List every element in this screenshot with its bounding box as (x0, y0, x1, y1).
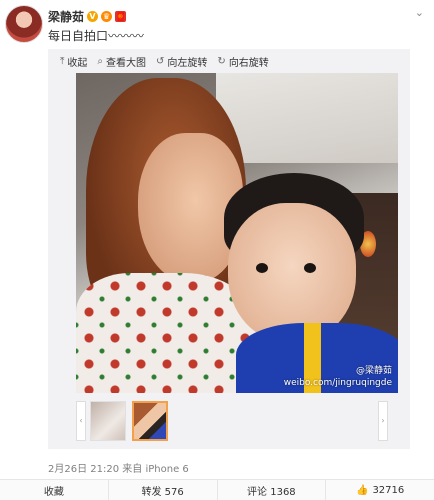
thumb-next-chevron-right-icon[interactable]: › (378, 401, 388, 441)
thumbnail-strip: ‹ › (76, 401, 398, 441)
rotate-left-label: 向左旋转 (167, 58, 208, 69)
verified-badge-icon: V (87, 11, 99, 22)
photo-ceiling (216, 73, 398, 163)
crown-badge-icon: ♛ (101, 11, 113, 22)
view-large-label: 查看大图 (106, 58, 147, 69)
comment-button[interactable]: 评论 1368 (218, 480, 327, 500)
post-menu-chevron-down-icon[interactable]: ⌄ (415, 6, 424, 19)
thumbnail-2-selected[interactable] (132, 401, 168, 441)
photo-baby-face (228, 203, 356, 343)
thumbs-up-icon: 👍 (355, 484, 369, 496)
media-toolbar: ⤒ 收起 ⌕ 查看大图 ↺ 向左旋转 ↻ 向右旋转 (60, 54, 269, 69)
arrow-up-icon: ⤒ (60, 56, 65, 67)
red-envelope-badge-icon: 🧧 (115, 11, 127, 22)
rotate-left-icon: ↺ (156, 56, 165, 67)
post-source[interactable]: iPhone 6 (145, 464, 188, 475)
thumbnail-1[interactable] (90, 401, 126, 441)
post-meta: 2月26日 21:20 来自 iPhone 6 (48, 460, 189, 475)
repost-button[interactable]: 转发 576 (109, 480, 218, 500)
collapse-button[interactable]: ⤒ 收起 (60, 54, 87, 69)
rotate-right-button[interactable]: ↻ 向右旋转 (217, 54, 268, 69)
post-text: 每日自拍口〰〰〰 (48, 29, 145, 43)
collapse-label: 收起 (67, 58, 88, 69)
watermark-url: weibo.com/jingruqingde (283, 378, 392, 388)
user-avatar[interactable] (5, 5, 43, 43)
post-date[interactable]: 2月26日 21:20 (48, 464, 119, 475)
media-box: ⤒ 收起 ⌕ 查看大图 ↺ 向左旋转 ↻ 向右旋转 @梁静茹 weibo.com… (48, 49, 410, 449)
watermark-name: @梁静茹 (355, 366, 392, 376)
magnifier-icon: ⌕ (97, 56, 104, 67)
like-button[interactable]: 👍 32716 (326, 480, 434, 500)
photo-baby-eye-right (304, 263, 316, 273)
like-count: 32716 (372, 484, 405, 496)
thumb-prev-chevron-left-icon[interactable]: ‹ (76, 401, 86, 441)
favorite-label: 收藏 (43, 486, 64, 498)
view-large-button[interactable]: ⌕ 查看大图 (97, 54, 146, 69)
rotate-right-label: 向右旋转 (228, 58, 269, 69)
photo-baby-eye-left (256, 263, 268, 273)
post-author[interactable]: 梁静茹 V ♛ 🧧 (48, 8, 127, 25)
rotate-right-icon: ↻ (217, 56, 226, 67)
post-source-prefix: 来自 (122, 464, 143, 475)
repost-label: 转发 576 (141, 486, 184, 498)
post-action-bar: 收藏 转发 576 评论 1368 👍 32716 (0, 479, 434, 500)
author-name[interactable]: 梁静茹 (48, 8, 84, 25)
photo-watermark: @梁静茹 weibo.com/jingruqingde (284, 365, 392, 389)
comment-label: 评论 1368 (247, 486, 296, 498)
rotate-left-button[interactable]: ↺ 向左旋转 (156, 54, 207, 69)
favorite-button[interactable]: 收藏 (0, 480, 109, 500)
post-photo[interactable]: @梁静茹 weibo.com/jingruqingde (76, 73, 398, 393)
